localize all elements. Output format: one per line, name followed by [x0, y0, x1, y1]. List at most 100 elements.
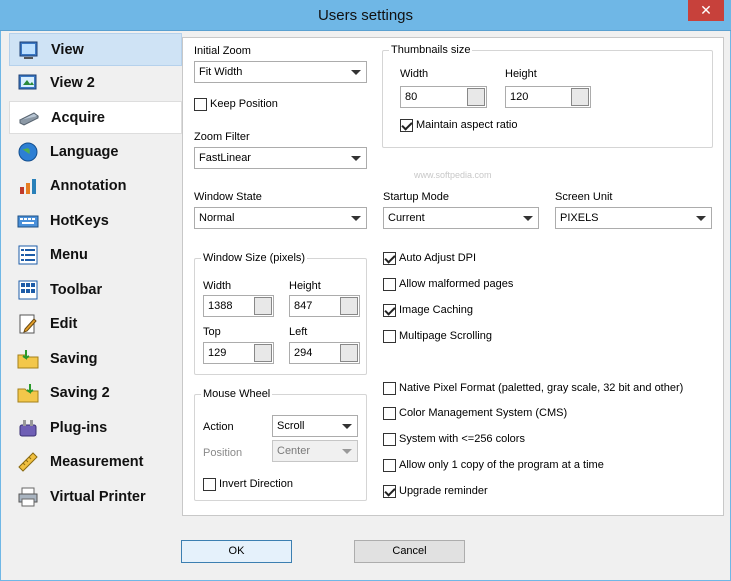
nav-item-menu[interactable]: Menu	[9, 239, 182, 272]
nav-item-measurement[interactable]: Measurement	[9, 446, 182, 479]
initial-zoom-value: Fit Width	[199, 66, 243, 78]
title-bar: Users settings ✕	[0, 0, 731, 31]
chevron-down-icon	[342, 424, 352, 429]
thumb-width-value: 80	[405, 91, 418, 103]
spin-arrows-icon[interactable]	[571, 88, 589, 106]
checkbox-box	[383, 277, 396, 291]
nav-label: Menu	[50, 247, 88, 263]
win-height-spinner[interactable]: 847	[289, 295, 360, 317]
spin-arrows-icon[interactable]	[467, 88, 485, 106]
zoom-filter-value: FastLinear	[199, 152, 251, 164]
win-width-label: Width	[203, 280, 232, 292]
checkbox-box	[383, 329, 396, 343]
multipage-scrolling-checkbox[interactable]: Multipage Scrolling	[383, 329, 492, 343]
dialog-body: View View 2 Acquire Language Annotation …	[0, 31, 731, 581]
win-height-label: Height	[289, 280, 321, 292]
color-management-checkbox[interactable]: Color Management System (CMS)	[383, 406, 567, 420]
upgrade-reminder-checkbox[interactable]: Upgrade reminder	[383, 484, 488, 498]
nav-item-plug-ins[interactable]: Plug-ins	[9, 412, 182, 445]
printer-icon	[18, 487, 38, 507]
annotation-icon	[20, 179, 36, 194]
thumb-height-value: 120	[510, 91, 529, 103]
nav-label: Edit	[50, 316, 78, 332]
nav-label: Saving 2	[50, 385, 110, 401]
nav-item-saving-2[interactable]: Saving 2	[9, 377, 182, 410]
nav-item-edit[interactable]: Edit	[9, 308, 182, 341]
mouse-wheel-group-title: Mouse Wheel	[201, 388, 273, 400]
invert-direction-checkbox[interactable]: Invert Direction	[203, 477, 293, 491]
screen-unit-label: Screen Unit	[555, 191, 613, 203]
win-height-value: 847	[294, 300, 313, 312]
settings-nav: View View 2 Acquire Language Annotation …	[9, 31, 182, 516]
wheel-action-label: Action	[203, 421, 234, 433]
checkbox-label: Multipage Scrolling	[399, 330, 492, 342]
wheel-position-select[interactable]: Center	[272, 440, 358, 462]
thumb-width-spinner[interactable]: 80	[400, 86, 487, 108]
window-title: Users settings	[317, 7, 414, 24]
thumbnails-group-title: Thumbnails size	[389, 44, 473, 56]
checkbox-box	[383, 484, 396, 498]
checkbox-label: Invert Direction	[219, 478, 293, 490]
spin-arrows-icon[interactable]	[254, 344, 272, 362]
nav-item-hotkeys[interactable]: HotKeys	[9, 205, 182, 238]
startup-mode-value: Current	[388, 212, 425, 224]
checkbox-box	[383, 251, 396, 265]
win-width-spinner[interactable]: 1388	[203, 295, 274, 317]
nav-label: View 2	[50, 75, 95, 91]
nav-item-acquire[interactable]: Acquire	[9, 101, 182, 134]
checkbox-label: Maintain aspect ratio	[416, 119, 518, 131]
wheel-action-value: Scroll	[277, 420, 305, 432]
close-button[interactable]: ✕	[688, 0, 724, 21]
chevron-down-icon	[523, 216, 533, 221]
view-icon	[19, 41, 38, 59]
thumb-width-label: Width	[400, 68, 429, 80]
scanner-icon	[19, 112, 39, 126]
checkbox-box	[383, 381, 396, 395]
window-state-select[interactable]: Normal	[194, 207, 367, 229]
wheel-action-select[interactable]: Scroll	[272, 415, 358, 437]
nav-item-toolbar[interactable]: Toolbar	[9, 274, 182, 307]
single-instance-checkbox[interactable]: Allow only 1 copy of the program at a ti…	[383, 458, 604, 472]
nav-item-saving[interactable]: Saving	[9, 343, 182, 376]
maintain-aspect-checkbox[interactable]: Maintain aspect ratio	[400, 118, 518, 132]
nav-label: View	[51, 42, 84, 58]
allow-malformed-checkbox[interactable]: Allow malformed pages	[383, 277, 513, 291]
spin-arrows-icon[interactable]	[254, 297, 272, 315]
win-left-label: Left	[289, 326, 308, 338]
globe-icon	[18, 142, 38, 162]
settings-panel: Initial Zoom Fit Width Keep Position Zoo…	[182, 37, 724, 516]
chevron-down-icon	[696, 216, 706, 221]
screen-unit-select[interactable]: PIXELS	[555, 207, 712, 229]
spin-arrows-icon[interactable]	[340, 344, 358, 362]
nav-item-view-2[interactable]: View 2	[9, 67, 182, 100]
thumb-height-spinner[interactable]: 120	[505, 86, 591, 108]
initial-zoom-select[interactable]: Fit Width	[194, 61, 367, 83]
nav-item-view[interactable]: View	[9, 33, 182, 66]
chevron-down-icon	[351, 216, 361, 221]
wheel-position-value: Center	[277, 445, 311, 457]
nav-label: Toolbar	[50, 282, 103, 298]
watermark-text: www.softpedia.com	[414, 170, 492, 180]
auto-adjust-dpi-checkbox[interactable]: Auto Adjust DPI	[383, 251, 476, 265]
keep-position-checkbox[interactable]: Keep Position	[194, 97, 278, 111]
checkbox-label: Color Management System (CMS)	[399, 407, 568, 419]
zoom-filter-label: Zoom Filter	[194, 131, 250, 143]
zoom-filter-select[interactable]: FastLinear	[194, 147, 367, 169]
nav-item-annotation[interactable]: Annotation	[9, 170, 182, 203]
startup-mode-select[interactable]: Current	[383, 207, 539, 229]
win-width-value: 1388	[208, 300, 233, 312]
saving-icon	[17, 350, 39, 369]
ok-button[interactable]: OK	[181, 540, 292, 563]
win-top-spinner[interactable]: 129	[203, 342, 274, 364]
win-left-spinner[interactable]: 294	[289, 342, 360, 364]
system-256-colors-checkbox[interactable]: System with <=256 colors	[383, 432, 525, 446]
cancel-button[interactable]: Cancel	[354, 540, 465, 563]
spin-arrows-icon[interactable]	[340, 297, 358, 315]
nav-item-virtual-printer[interactable]: Virtual Printer	[9, 481, 182, 514]
win-top-label: Top	[203, 326, 221, 338]
native-pixel-format-checkbox[interactable]: Native Pixel Format (paletted, gray scal…	[383, 381, 683, 395]
checkbox-label: Allow malformed pages	[399, 278, 514, 290]
image-caching-checkbox[interactable]: Image Caching	[383, 303, 473, 317]
nav-item-language[interactable]: Language	[9, 136, 182, 169]
checkbox-label: Keep Position	[210, 98, 278, 110]
